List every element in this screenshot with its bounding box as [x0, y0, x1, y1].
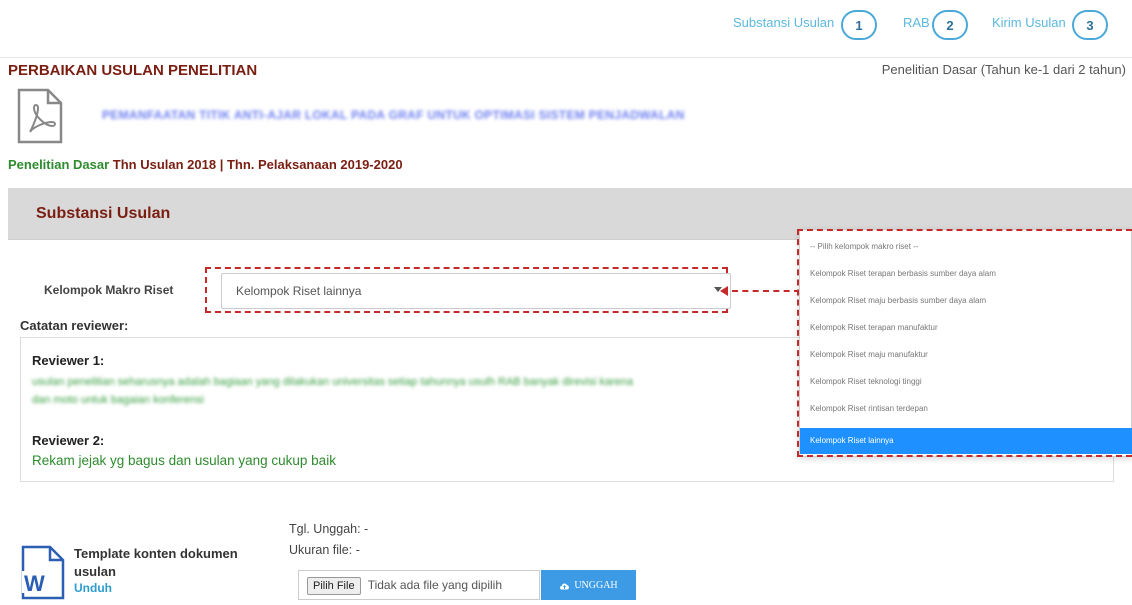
download-link[interactable]: Unduh	[74, 581, 112, 595]
upload-date: Tgl. Unggah: -	[289, 522, 369, 536]
top-divider	[0, 57, 1132, 58]
annotation-arrow	[720, 286, 728, 296]
makro-select[interactable]: Kelompok Riset lainnya	[221, 273, 731, 309]
upload-button-label: UNGGAH	[574, 579, 618, 591]
step-label-substansi[interactable]: Substansi Usulan	[733, 15, 834, 30]
reviewer-1-label: Reviewer 1:	[32, 353, 105, 368]
reviewer-2-label: Reviewer 2:	[32, 433, 105, 448]
proposal-meta: Penelitian Dasar Thn Usulan 2018 | Thn. …	[8, 157, 403, 172]
scheme-name: Penelitian Dasar	[8, 157, 110, 172]
reviewer-2-comment: Rekam jejak yg bagus dan usulan yang cuk…	[32, 453, 336, 468]
upload-button[interactable]: UNGGAH	[541, 570, 636, 600]
file-input[interactable]: Pilih File Tidak ada file yang dipilih	[298, 570, 540, 600]
makro-select-value: Kelompok Riset lainnya	[236, 284, 362, 298]
step-number-2[interactable]: 2	[932, 10, 968, 40]
proposal-years: Thn Usulan 2018 | Thn. Pelaksanaan 2019-…	[112, 157, 403, 172]
template-label: Template konten dokumen usulan	[74, 546, 238, 579]
cloud-upload-icon	[560, 583, 570, 589]
proposal-title[interactable]: PEMANFAATAN TITIK ANTI-AJAR LOKAL PADA G…	[102, 108, 685, 122]
makro-label: Kelompok Makro Riset	[44, 283, 174, 297]
annotation-connector	[732, 290, 800, 292]
reviewer-1-comment-line2: dan moto untuk bagaian konferensi	[32, 394, 204, 406]
scheme-info: Penelitian Dasar (Tahun ke-1 dari 2 tahu…	[881, 62, 1126, 77]
file-size: Ukuran file: -	[289, 543, 360, 557]
svg-text:W: W	[24, 571, 45, 596]
step-label-rab[interactable]: RAB	[903, 15, 930, 30]
step-number-1[interactable]: 1	[841, 10, 877, 40]
no-file-text: Tidak ada file yang dipilih	[367, 578, 503, 592]
section-title: Substansi Usulan	[36, 205, 171, 222]
step-number-3[interactable]: 3	[1072, 10, 1108, 40]
page-title: PERBAIKAN USULAN PENELITIAN	[8, 62, 258, 79]
highlight-dropdown-outline	[797, 229, 1132, 457]
reviewer-notes-heading: Catatan reviewer:	[20, 318, 129, 333]
pdf-icon[interactable]	[16, 88, 64, 144]
word-document-icon[interactable]: W	[20, 545, 66, 600]
step-label-kirim[interactable]: Kirim Usulan	[992, 15, 1066, 30]
reviewer-1-comment-line1: usulan penelitian seharusnya adalah bagi…	[32, 376, 634, 388]
choose-file-button[interactable]: Pilih File	[307, 577, 361, 595]
